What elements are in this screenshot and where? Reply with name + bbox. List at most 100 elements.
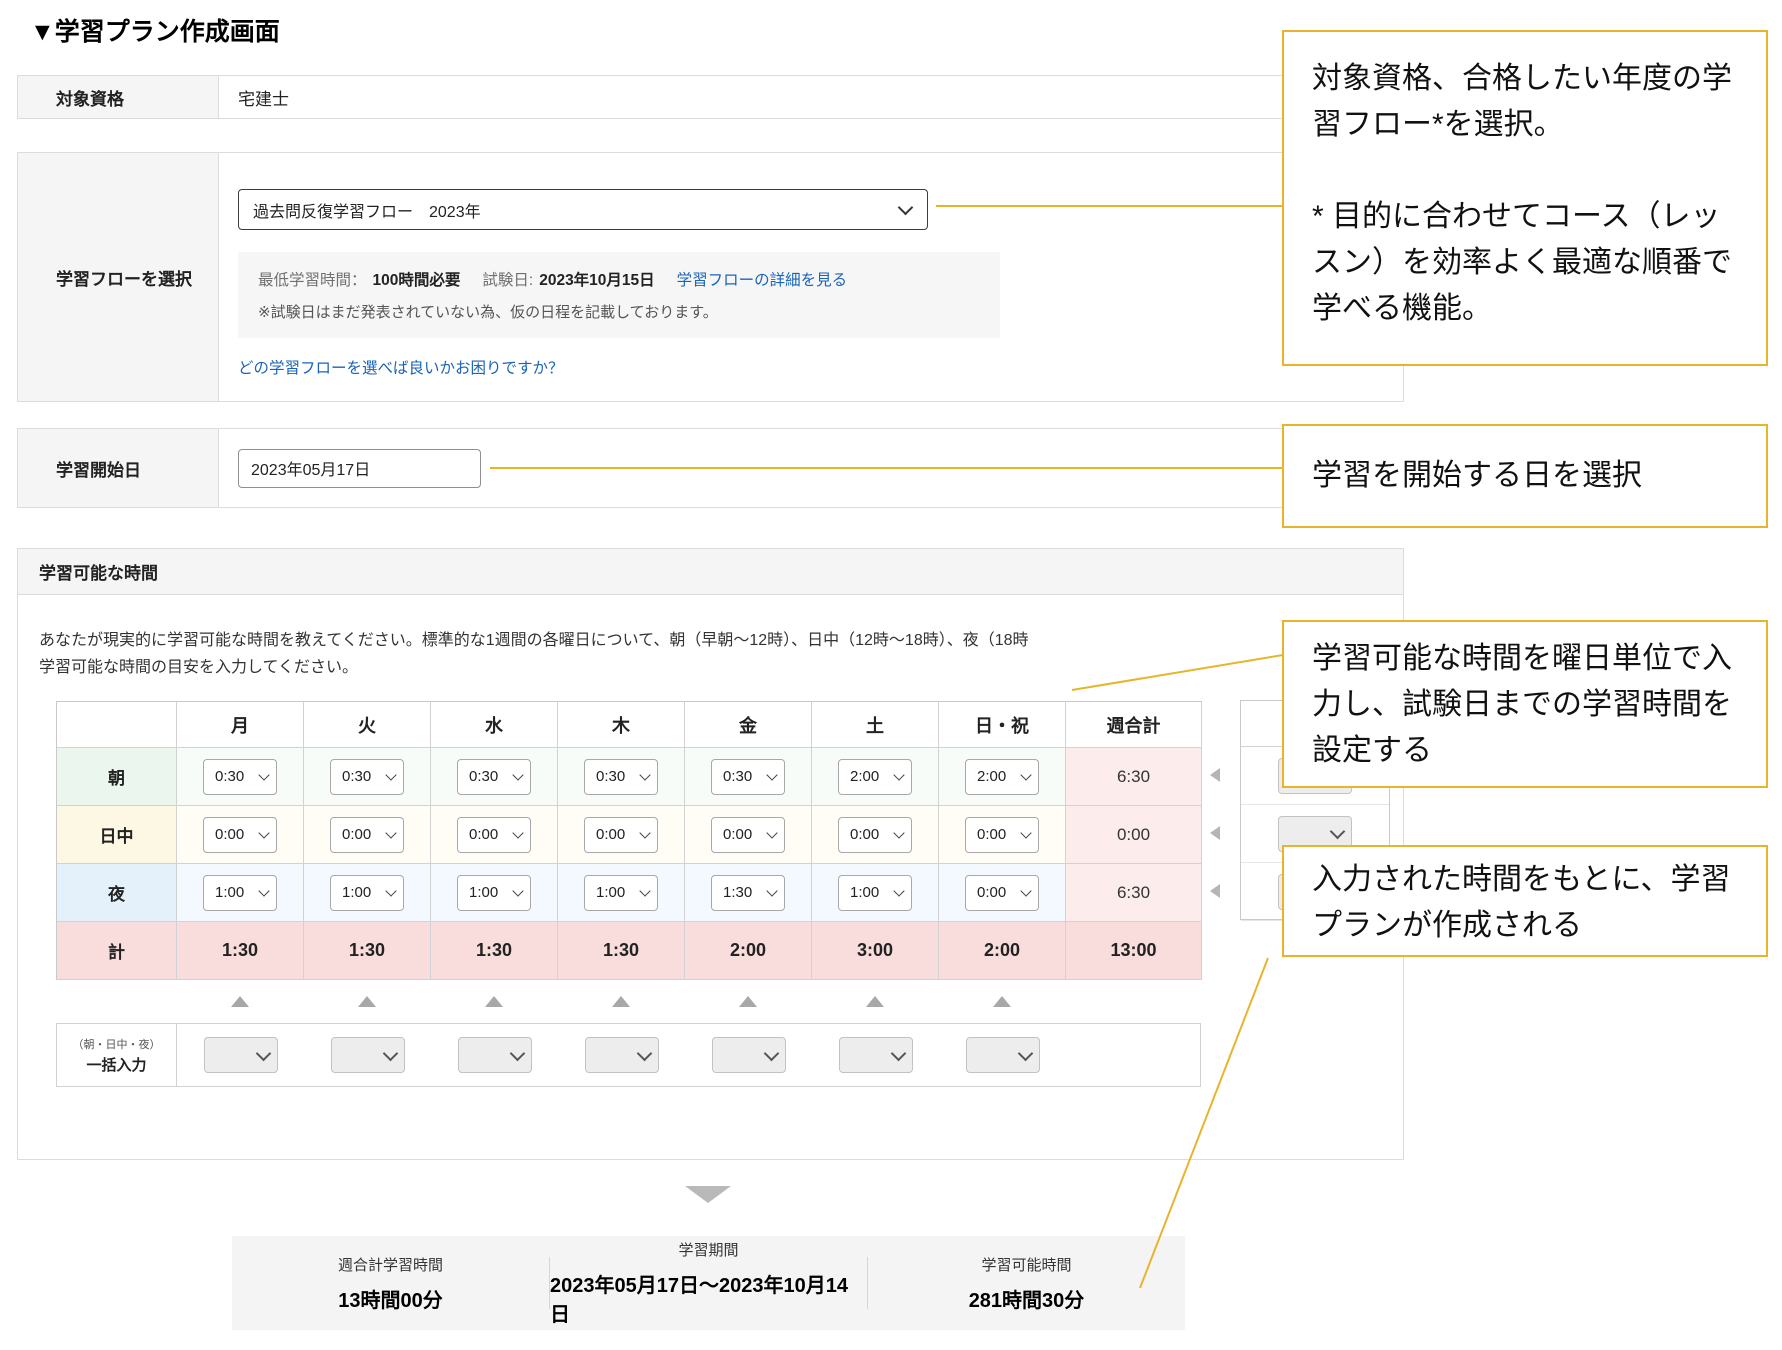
time-table: 月 火 水 木 金 土 日・祝 週合計 朝 0:30 0:30 0:30 0:3… [56,701,1202,980]
day-total-thu: 1:30 [558,922,685,980]
next-step-down-icon [685,1186,731,1203]
time-value: 0:00 [723,826,752,843]
summary-period-value: 2023年05月17日～2023年10月14日 [550,1269,867,1327]
summary-period: 学習期間 2023年05月17日～2023年10月14日 [550,1239,867,1327]
time-select-daytime-sat[interactable]: 0:00 [838,817,912,853]
time-select-night-sat[interactable]: 1:00 [838,875,912,911]
chevron-down-icon [1020,769,1031,780]
bulk-apply-up-icon[interactable] [866,996,884,1007]
bulk-select-fri[interactable] [712,1037,786,1073]
time-value: 2:00 [977,768,1006,785]
time-select-night-tue[interactable]: 1:00 [330,875,404,911]
time-select-morning-wed[interactable]: 0:30 [457,759,531,795]
bulk-select-sat[interactable] [839,1037,913,1073]
chevron-down-icon [763,1045,779,1061]
time-select-morning-mon[interactable]: 0:30 [203,759,277,795]
bulk-select-wed[interactable] [458,1037,532,1073]
chevron-down-icon [893,885,904,896]
exam-date-value: 2023年10月15日 [539,272,654,289]
time-select-morning-sun[interactable]: 2:00 [965,759,1039,795]
page-title: ▼学習プラン作成画面 [30,12,280,48]
bulk-select-mon[interactable] [204,1037,278,1073]
time-select-night-sun[interactable]: 0:00 [965,875,1039,911]
summary-week-total-label: 週合計学習時間 [338,1254,443,1275]
time-select-morning-fri[interactable]: 0:30 [711,759,785,795]
chevron-down-icon [512,827,523,838]
bulk-apply-up-icon[interactable] [739,996,757,1007]
collapse-left-icon[interactable] [1210,826,1220,840]
chevron-down-icon [639,885,650,896]
time-value: 1:00 [342,884,371,901]
bulk-input-label: （朝・日中・夜） 一括入力 [57,1024,177,1086]
summary-week-total: 週合計学習時間 13時間00分 [232,1254,549,1313]
bulk-select-thu[interactable] [585,1037,659,1073]
min-time-value: 100時間必要 [373,272,461,289]
chevron-down-icon [766,769,777,780]
time-select-daytime-tue[interactable]: 0:00 [330,817,404,853]
min-time-label: 最低学習時間： [258,272,367,289]
time-value: 1:30 [723,884,752,901]
callout-flow-text-1: 対象資格、合格したい年度の学習フロー*を選択。 [1312,56,1738,148]
callout-flow: 対象資格、合格したい年度の学習フロー*を選択。 * 目的に合わせてコース（レッス… [1282,30,1768,366]
time-value: 1:00 [596,884,625,901]
time-value: 1:00 [850,884,879,901]
time-select-morning-sat[interactable]: 2:00 [838,759,912,795]
time-value: 0:00 [596,826,625,843]
time-value: 0:00 [850,826,879,843]
exam-date-label: 試験日: [482,272,533,289]
bulk-apply-up-icon[interactable] [993,996,1011,1007]
flow-help-link[interactable]: どの学習フローを選べば良いかお困りですか？ [238,356,564,378]
bulk-apply-up-icon[interactable] [231,996,249,1007]
summary-period-label: 学習期間 [678,1239,738,1260]
collapse-left-icon[interactable] [1210,884,1220,898]
time-select-morning-tue[interactable]: 0:30 [330,759,404,795]
time-select-daytime-sun[interactable]: 0:00 [965,817,1039,853]
bulk-apply-up-icon[interactable] [485,996,503,1007]
flow-detail-link[interactable]: 学習フローの詳細を見る [677,272,848,289]
chevron-down-icon [893,827,904,838]
time-value: 0:30 [342,768,371,785]
chevron-down-icon [258,885,269,896]
chevron-down-icon [258,827,269,838]
chevron-down-icon [1020,827,1031,838]
bulk-select-sun[interactable] [966,1037,1040,1073]
time-select-night-thu[interactable]: 1:00 [584,875,658,911]
bulk-apply-up-icon[interactable] [612,996,630,1007]
summary-week-total-value: 13時間00分 [338,1284,443,1313]
day-total-tue: 1:30 [304,922,431,980]
time-select-daytime-mon[interactable]: 0:00 [203,817,277,853]
available-time-section: 学習可能な時間 あなたが現実的に学習可能な時間を教えてください。標準的な1週間の… [17,548,1404,1160]
start-date-input[interactable]: 2023年05月17日 [238,449,481,488]
day-total-mon: 1:30 [177,922,304,980]
time-select-daytime-thu[interactable]: 0:00 [584,817,658,853]
flow-select-value: 過去問反復学習フロー 2023年 [253,198,481,222]
time-select-daytime-wed[interactable]: 0:00 [457,817,531,853]
time-value: 0:30 [215,768,244,785]
collapse-left-icon[interactable] [1210,768,1220,782]
time-value: 0:00 [215,826,244,843]
time-select-night-mon[interactable]: 1:00 [203,875,277,911]
bulk-input-sublabel: （朝・日中・夜） [73,1036,161,1052]
qualification-row: 対象資格 宅建士 [17,75,1404,119]
chevron-down-icon [636,1045,652,1061]
chevron-down-icon [512,769,523,780]
callout-start-date: 学習を開始する日を選択 [1282,424,1768,528]
time-select-night-wed[interactable]: 1:00 [457,875,531,911]
time-value: 0:30 [596,768,625,785]
time-value: 0:00 [977,826,1006,843]
chevron-down-icon [639,827,650,838]
row-label-daytime: 日中 [57,806,177,864]
chevron-down-icon [255,1045,271,1061]
summary-available: 学習可能時間 281時間30分 [868,1254,1185,1313]
flow-select[interactable]: 過去問反復学習フロー 2023年 [238,189,928,230]
exam-date-note: ※試験日はまだ発表されていない為、仮の日程を記載しております。 [258,301,980,322]
time-select-morning-thu[interactable]: 0:30 [584,759,658,795]
bulk-select-tue[interactable] [331,1037,405,1073]
bulk-apply-up-icon[interactable] [358,996,376,1007]
chevron-down-icon [385,885,396,896]
time-select-daytime-fri[interactable]: 0:00 [711,817,785,853]
day-header-fri: 金 [685,702,812,748]
time-select-night-fri[interactable]: 1:30 [711,875,785,911]
row-label-night: 夜 [57,864,177,922]
chevron-down-icon [382,1045,398,1061]
